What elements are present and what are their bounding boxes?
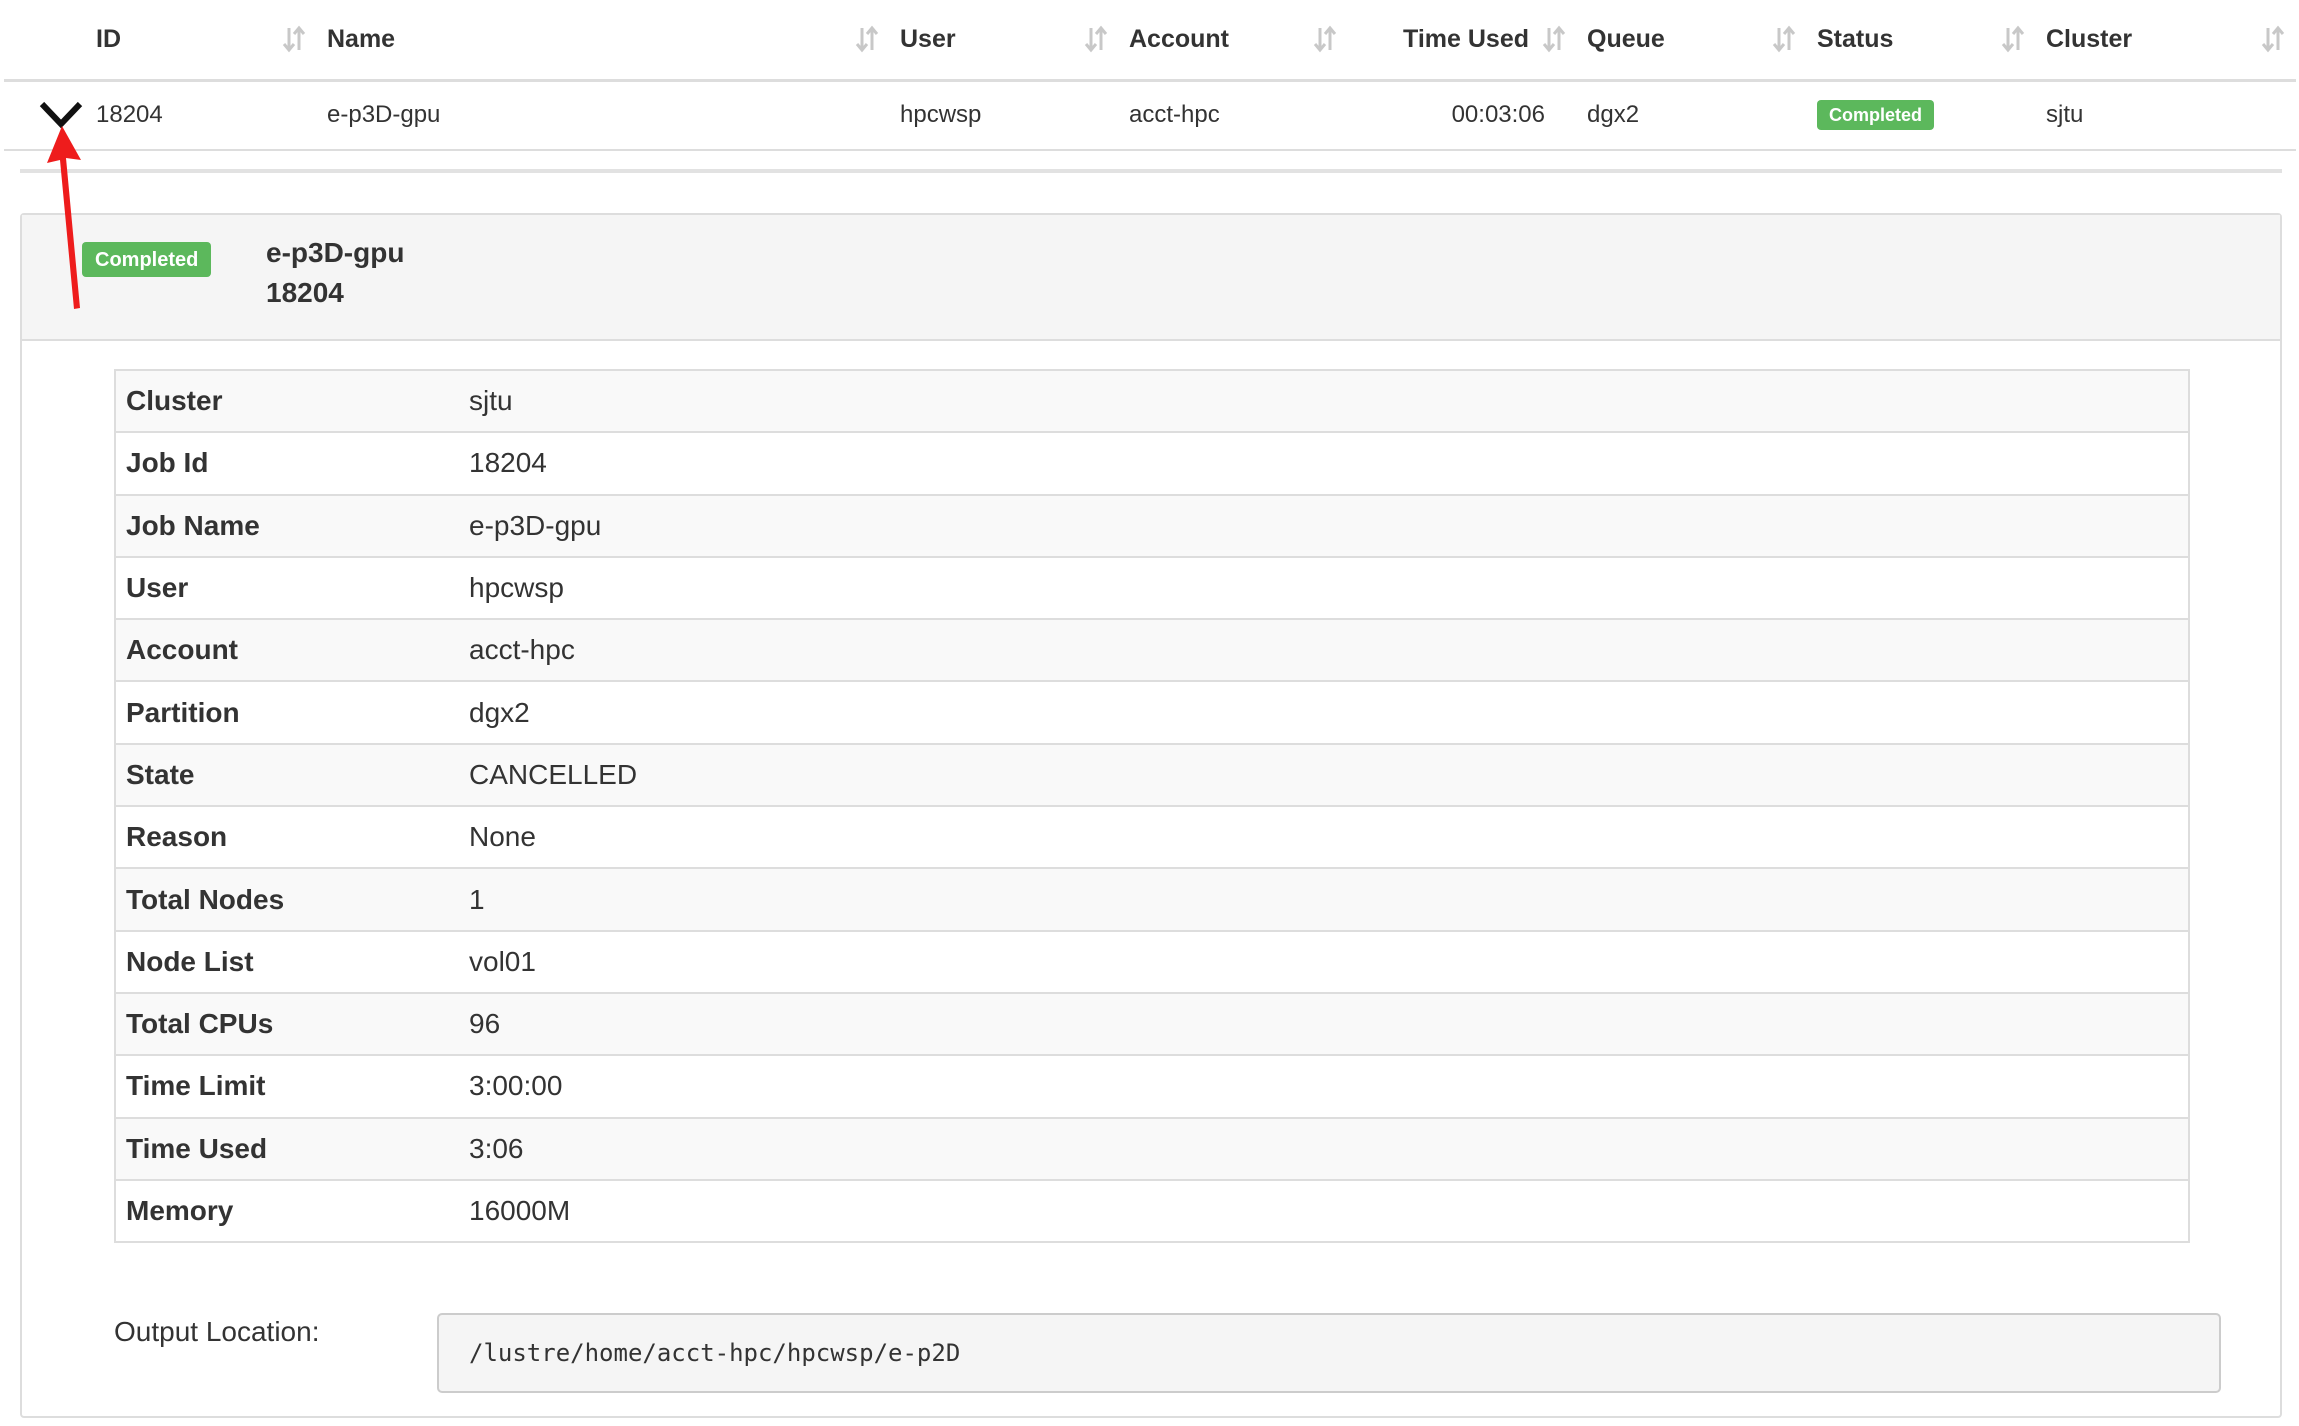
detail-row-memory: Memory 16000M [115, 1180, 2189, 1242]
detail-value: sjtu [459, 370, 2189, 434]
column-header-status[interactable]: Status [1807, 0, 2036, 82]
job-details-table: Cluster sjtu Job Id 18204 Job Name e-p3D… [114, 369, 2190, 1244]
detail-value: e-p3D-gpu [459, 494, 2189, 558]
cell-cluster: sjtu [2036, 80, 2296, 151]
detail-value: 16000M [469, 1195, 571, 1226]
column-header-user[interactable]: User [890, 0, 1119, 82]
detail-row-time-limit: Time Limit 3:00:00 [115, 1055, 2189, 1119]
detail-row-job-id: Job Id 18204 [115, 432, 2189, 496]
sort-updown-icon[interactable] [1083, 24, 1109, 54]
detail-job-id: 18204 [266, 277, 344, 308]
detail-value: 96 [459, 992, 2189, 1057]
detail-label: Job Id [115, 432, 459, 496]
column-header-label: Status [1817, 24, 1894, 53]
column-header-label: Cluster [2046, 24, 2133, 53]
column-header-label: Time Used [1403, 24, 1529, 53]
expand-column-header [4, 0, 86, 82]
column-header-cluster[interactable]: Cluster [2036, 0, 2296, 82]
cell-name: e-p3D-gpu [317, 80, 890, 151]
detail-value: vol01 [459, 930, 2189, 994]
column-header-name[interactable]: Name [317, 0, 890, 82]
jobs-table-header: ID Name User Account Time Used Queue Sta… [4, 0, 2296, 82]
column-header-label: Account [1129, 24, 1229, 53]
detail-row-total-nodes: Total Nodes 1 [115, 868, 2189, 932]
detail-label: Total Nodes [115, 868, 459, 932]
row-divider [20, 169, 2282, 173]
sort-updown-icon[interactable] [1541, 24, 1567, 54]
detail-row-job-name: Job Name e-p3D-gpu [115, 494, 2189, 558]
detail-label: Node List [115, 930, 459, 994]
cell-time-used: 00:03:06 [1348, 80, 1577, 151]
sort-updown-icon[interactable] [854, 24, 880, 54]
detail-label: Time Limit [115, 1055, 459, 1119]
output-location-label: Output Location: [114, 1316, 320, 1347]
detail-row-cluster: Cluster sjtu [115, 370, 2189, 434]
detail-label: Total CPUs [115, 992, 459, 1057]
detail-value: None [459, 806, 2189, 870]
detail-value: 3:00:00 [459, 1055, 2189, 1119]
cell-account: acct-hpc [1119, 80, 1348, 151]
detail-label: Job Name [115, 494, 459, 558]
detail-value: hpcwsp [459, 556, 2189, 621]
detail-label: Account [115, 619, 459, 683]
column-header-id[interactable]: ID [86, 0, 317, 82]
sort-updown-icon[interactable] [1312, 24, 1338, 54]
cell-id: 18204 [86, 80, 317, 151]
detail-label: State [115, 743, 459, 808]
sort-updown-icon[interactable] [1771, 24, 1797, 54]
job-detail-panel: Completed e-p3D-gpu 18204 Cluster sjtu J… [20, 213, 2282, 1418]
status-badge: Completed [1817, 100, 1935, 131]
column-header-queue[interactable]: Queue [1577, 0, 1807, 82]
table-row[interactable]: 18204 e-p3D-gpu hpcwsp acct-hpc 00:03:06… [4, 80, 2296, 151]
detail-value: 3:06 [459, 1117, 2189, 1181]
detail-row-reason: Reason None [115, 806, 2189, 870]
cell-queue: dgx2 [1577, 80, 1807, 151]
detail-label: Time Used [115, 1117, 459, 1181]
detail-value: CANCELLED [459, 743, 2189, 808]
sort-updown-icon[interactable] [2000, 24, 2026, 54]
detail-row-total-cpus: Total CPUs 96 [115, 992, 2189, 1057]
expand-toggle-cell[interactable] [4, 80, 86, 151]
detail-label: Memory [126, 1195, 234, 1226]
column-header-label: User [900, 24, 956, 53]
detail-label: Partition [115, 681, 459, 745]
detail-label: User [115, 556, 459, 621]
detail-label: Reason [115, 806, 459, 870]
detail-value: acct-hpc [459, 619, 2189, 683]
sort-updown-icon[interactable] [281, 24, 307, 54]
detail-row-node-list: Node List vol01 [115, 930, 2189, 994]
column-header-account[interactable]: Account [1119, 0, 1348, 82]
cell-user: hpcwsp [890, 80, 1119, 151]
detail-row-state: State CANCELLED [115, 743, 2189, 808]
detail-value: 1 [459, 868, 2189, 932]
detail-label: Cluster [115, 370, 459, 434]
detail-row-time-used: Time Used 3:06 [115, 1117, 2189, 1181]
detail-value: 18204 [459, 432, 2189, 496]
detail-row-partition: Partition dgx2 [115, 681, 2189, 745]
detail-row-account: Account acct-hpc [115, 619, 2189, 683]
sort-updown-icon[interactable] [2260, 24, 2286, 54]
column-header-time-used[interactable]: Time Used [1348, 0, 1577, 82]
chevron-down-icon[interactable] [38, 98, 84, 132]
column-header-label: ID [96, 24, 121, 53]
detail-row-user: User hpcwsp [115, 556, 2189, 621]
column-header-label: Name [327, 24, 396, 53]
jobs-table: ID Name User Account Time Used Queue Sta… [4, 0, 2296, 151]
status-badge: Completed [82, 242, 212, 277]
detail-job-name: e-p3D-gpu [266, 237, 405, 268]
output-location-path[interactable]: /lustre/home/acct-hpc/hpcwsp/e-p2D [437, 1313, 2221, 1393]
detail-panel-heading: Completed e-p3D-gpu 18204 [22, 215, 2280, 341]
detail-value: dgx2 [459, 681, 2189, 745]
cell-status: Completed [1807, 80, 2036, 151]
column-header-label: Queue [1587, 24, 1665, 53]
